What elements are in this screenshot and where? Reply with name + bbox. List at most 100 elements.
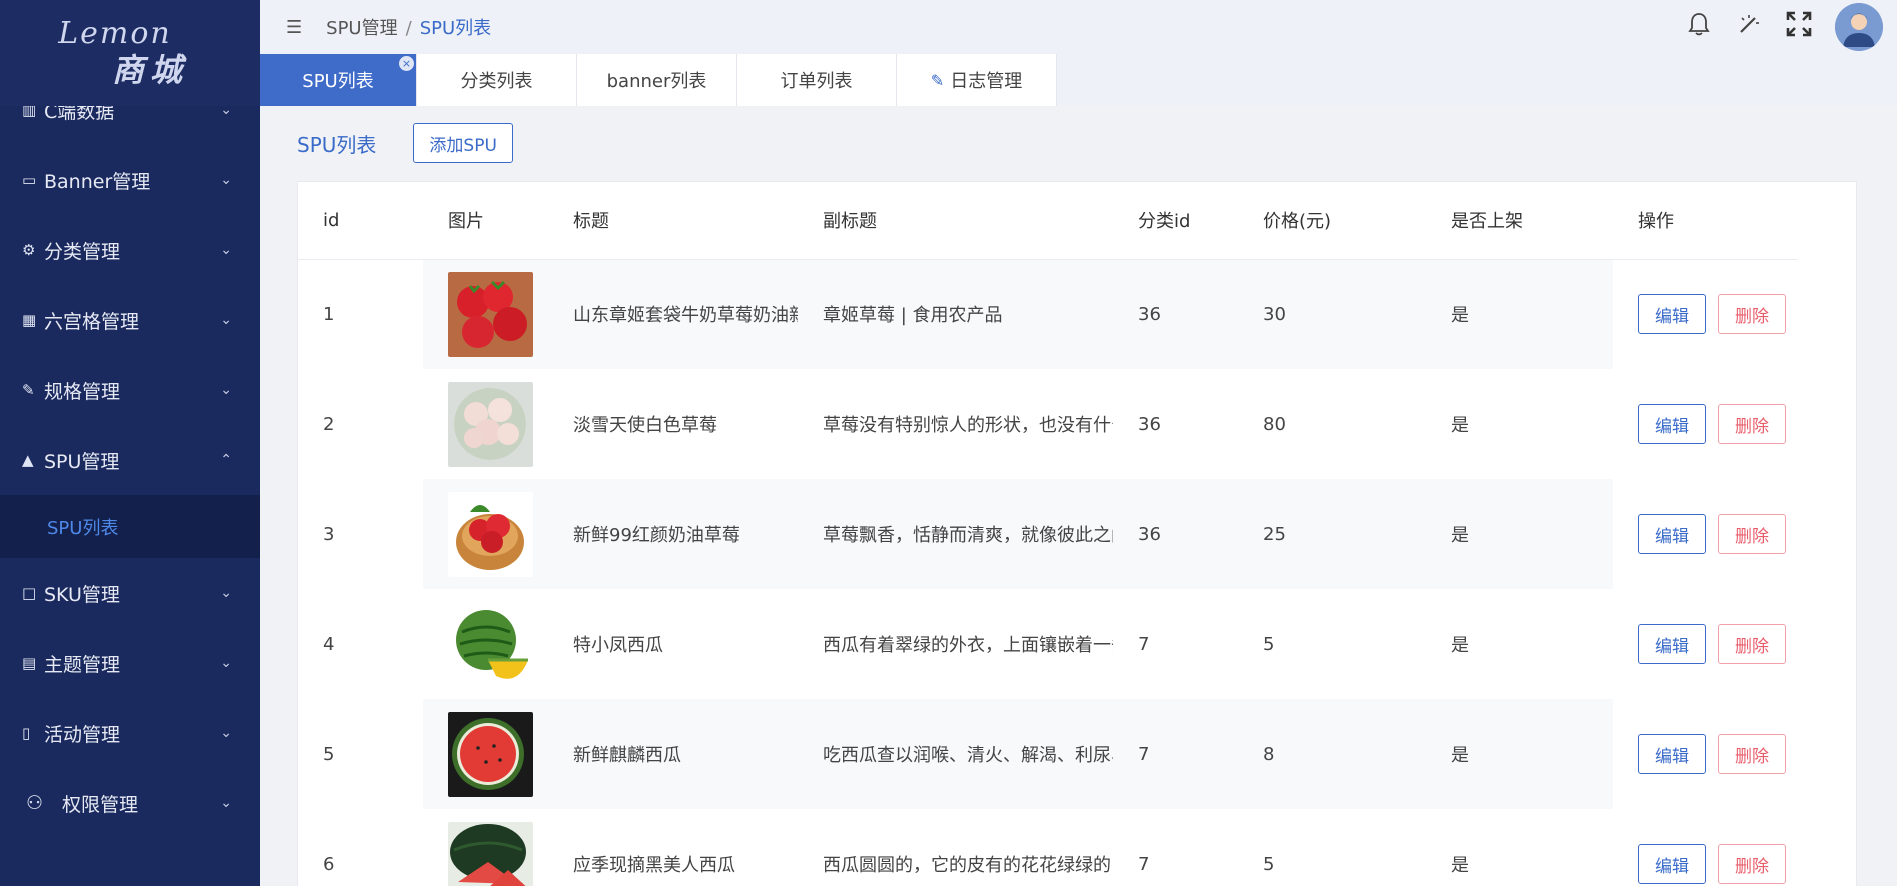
cell-image: [423, 809, 548, 886]
cell-image: [423, 369, 548, 479]
sidebar-item-grid[interactable]: ▦ 六宫格管理 ⌄: [0, 285, 260, 355]
user-lock-icon: ⚇: [26, 792, 44, 814]
tag-icon: ✎: [22, 381, 35, 399]
edit-button[interactable]: 编辑: [1638, 734, 1706, 774]
magic-wand-icon[interactable]: [1735, 12, 1763, 42]
cell-price: 25: [1238, 479, 1426, 589]
tab-label: 分类列表: [460, 71, 533, 92]
activity-icon: ▯: [22, 724, 31, 742]
chevron-down-icon: ⌄: [220, 795, 232, 811]
sidebar-subitem-spu-list[interactable]: SPU列表: [0, 495, 260, 558]
tab-label: 日志管理: [950, 71, 1023, 92]
title-row: SPU列表 添加SPU: [297, 123, 513, 163]
breadcrumb-parent[interactable]: SPU管理: [326, 18, 397, 39]
column-header: 图片: [423, 182, 548, 260]
grid-icon: ▦: [22, 311, 37, 329]
tab-log-management[interactable]: ✎ 日志管理: [897, 54, 1057, 106]
cell-online: 是: [1426, 809, 1613, 886]
sidebar-item-label: Banner管理: [44, 170, 151, 193]
fullscreen-icon[interactable]: [1785, 11, 1813, 43]
product-image: [448, 381, 533, 467]
tab-order-list[interactable]: 订单列表: [737, 54, 897, 106]
breadcrumb: SPU管理 / SPU列表: [326, 14, 491, 40]
avatar[interactable]: [1835, 3, 1883, 51]
sidebar-item-activity[interactable]: ▯ 活动管理 ⌄: [0, 698, 260, 768]
tab-label: banner列表: [606, 71, 707, 92]
cell-category-id: 36: [1113, 479, 1238, 589]
close-icon[interactable]: ×: [399, 56, 414, 71]
cell-category-id: 36: [1113, 369, 1238, 479]
cell-category-id: 7: [1113, 699, 1238, 809]
cell-id: 3: [298, 479, 423, 589]
column-header: 价格(元): [1238, 182, 1426, 260]
cell-online: 是: [1426, 699, 1613, 809]
cell-price: 30: [1238, 259, 1426, 369]
column-header: 副标题: [798, 182, 1113, 260]
edit-button[interactable]: 编辑: [1638, 294, 1706, 335]
cell-id: 5: [298, 699, 423, 809]
sidebar-item-sku[interactable]: □ SKU管理 ⌄: [0, 558, 260, 628]
table-row: 2 淡雪天使白色草莓 草莓没有特别惊人的形状，也没有什么 36 80 是 编辑删…: [298, 369, 1798, 479]
bell-icon[interactable]: [1685, 12, 1713, 42]
sidebar-item-category[interactable]: ⚙ 分类管理 ⌄: [0, 215, 260, 285]
delete-button[interactable]: 删除: [1718, 514, 1786, 554]
tab-label: SPU列表: [302, 71, 374, 92]
menu-toggle-icon[interactable]: ☰: [286, 17, 302, 38]
cell-title: 新鲜麒麟西瓜: [548, 699, 798, 809]
edit-button[interactable]: 编辑: [1638, 514, 1706, 554]
sidebar-item-spu[interactable]: ▲ SPU管理 ⌃: [0, 425, 260, 495]
table-header-row: id 图片 标题 副标题 分类id 价格(元) 是否上架 操作: [298, 182, 1798, 260]
tab-category-list[interactable]: 分类列表: [417, 54, 577, 106]
cell-title: 淡雪天使白色草莓: [548, 369, 798, 479]
column-header: 标题: [548, 182, 798, 260]
page-title: SPU列表: [297, 132, 377, 157]
cell-actions: 编辑 删除: [1613, 259, 1798, 369]
tab-spu-list[interactable]: SPU列表 ×: [260, 54, 417, 106]
delete-button[interactable]: 删除: [1718, 624, 1786, 664]
cell-title: 新鲜99红颜奶油草莓: [548, 479, 798, 589]
cell-image: [423, 699, 548, 809]
cell-actions: 编辑 删除: [1613, 699, 1798, 809]
product-image: [448, 491, 533, 577]
delete-button[interactable]: 删除: [1718, 404, 1786, 444]
cell-id: 1: [298, 259, 423, 369]
chevron-up-icon: ⌃: [220, 452, 232, 468]
cell-image: [423, 479, 548, 589]
edit-button[interactable]: 编辑: [1638, 404, 1706, 444]
tab-banner-list[interactable]: banner列表: [577, 54, 737, 106]
table-row: 5 新鲜麒麟西瓜 吃西瓜查以润喉、清火、解渴、利尿、 7 8 是 编辑 删除: [298, 699, 1798, 809]
spu-table-container: id 图片 标题 副标题 分类id 价格(元) 是否上架 操作 1 山东章姬套袋…: [297, 181, 1857, 886]
sidebar-item-label: 六宫格管理: [44, 310, 140, 333]
cell-id: 2: [298, 369, 423, 479]
cell-title: 应季现摘黑美人西瓜: [548, 809, 798, 886]
sidebar-item-label: 权限管理: [62, 793, 139, 816]
sidebar-item-permission[interactable]: ⚇ 权限管理 ⌄: [0, 768, 260, 838]
cell-online: 是: [1426, 369, 1613, 479]
column-header: 操作: [1613, 182, 1798, 260]
column-header: 分类id: [1113, 182, 1238, 260]
cell-subtitle: 吃西瓜查以润喉、清火、解渴、利尿、: [798, 699, 1113, 809]
logo: Lemon 商城: [0, 0, 260, 106]
sidebar-item-spec[interactable]: ✎ 规格管理 ⌄: [0, 355, 260, 425]
cell-price: 5: [1238, 809, 1426, 886]
chevron-down-icon: ⌄: [220, 655, 232, 671]
tab-label: 订单列表: [780, 71, 853, 92]
sidebar-item-banner[interactable]: ▭ Banner管理 ⌄: [0, 145, 260, 215]
cell-id: 6: [298, 809, 423, 886]
product-image: [448, 821, 533, 886]
edit-button[interactable]: 编辑: [1638, 844, 1706, 884]
sidebar-item-label: 规格管理: [44, 380, 121, 403]
column-header: 是否上架: [1426, 182, 1613, 260]
cell-image: [423, 589, 548, 699]
delete-button[interactable]: 删除: [1718, 294, 1786, 335]
chevron-down-icon: ⌄: [220, 312, 232, 328]
cell-price: 5: [1238, 589, 1426, 699]
add-spu-button[interactable]: 添加SPU: [413, 123, 513, 163]
delete-button[interactable]: 删除: [1718, 844, 1786, 884]
table-row: 1 山东章姬套袋牛奶草莓奶油新 章姬草莓 | 食用农产品 36 30 是 编辑删…: [298, 259, 1798, 369]
delete-button[interactable]: 删除: [1718, 734, 1786, 774]
sidebar-item-label: 分类管理: [44, 240, 121, 263]
edit-button[interactable]: 编辑: [1638, 624, 1706, 664]
sidebar-item-theme[interactable]: ▤ 主题管理 ⌄: [0, 628, 260, 698]
product-image: [448, 711, 533, 797]
